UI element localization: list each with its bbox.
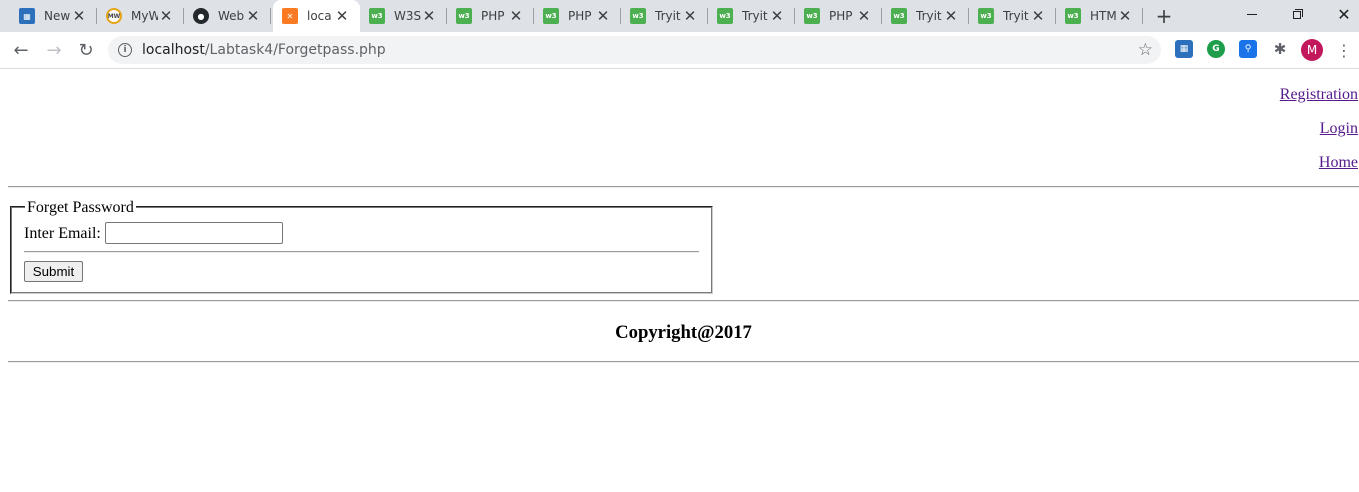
copyright-text: Copyright@2017: [615, 322, 752, 343]
w3schools-icon: w3: [369, 8, 385, 24]
divider: [8, 186, 1359, 188]
browser-toolbar: ← → ↻ i localhost/Labtask4/Forgetpass.ph…: [0, 32, 1359, 69]
tab-title: PHP: [481, 9, 505, 23]
arrow-right-icon: →: [46, 39, 62, 61]
forget-password-fieldset: Forget Password Inter Email: Submit: [10, 199, 713, 294]
w3schools-icon: w3: [1065, 8, 1081, 24]
close-icon[interactable]: ✕: [244, 7, 262, 25]
tab-6[interactable]: w3 PHP ✕: [534, 0, 621, 32]
close-icon[interactable]: ✕: [594, 7, 612, 25]
clapperboard-icon: ▦: [19, 8, 35, 24]
divider: [24, 251, 699, 253]
divider: [8, 361, 1359, 363]
tab-10[interactable]: w3 Tryit ✕: [882, 0, 969, 32]
close-icon[interactable]: ✕: [1116, 7, 1134, 25]
fieldset-legend: Forget Password: [25, 199, 136, 217]
tab-3-active[interactable]: ✕ loca ✕: [273, 0, 360, 32]
forward-button[interactable]: →: [42, 38, 66, 62]
close-icon[interactable]: ✕: [70, 7, 88, 25]
home-link[interactable]: Home: [1319, 153, 1358, 172]
reload-button[interactable]: ↻: [74, 38, 98, 62]
minimize-icon: [1247, 13, 1257, 15]
tab-0[interactable]: ▦ New ✕: [10, 0, 97, 32]
tab-11[interactable]: w3 Tryit ✕: [969, 0, 1056, 32]
tab-1[interactable]: MW MyW ✕: [97, 0, 184, 32]
new-tab-button[interactable]: +: [1153, 4, 1175, 28]
avatar[interactable]: M: [1301, 39, 1323, 61]
tab-strip: ▦ New ✕ MW MyW ✕ ● Web ✕ ✕ loca ✕ w3 W3S…: [0, 0, 1359, 32]
info-icon[interactable]: i: [118, 43, 132, 57]
close-icon[interactable]: ✕: [855, 7, 873, 25]
tab-title: Tryit: [1003, 9, 1029, 23]
tab-12[interactable]: w3 HTM ✕: [1056, 0, 1143, 32]
email-label: Inter Email:: [24, 225, 101, 242]
close-icon[interactable]: ✕: [333, 7, 351, 25]
tab-title: loca: [307, 9, 332, 23]
url-text[interactable]: localhost/Labtask4/Forgetpass.php: [142, 42, 386, 58]
address-bar[interactable]: i localhost/Labtask4/Forgetpass.php ☆: [108, 36, 1161, 64]
registration-link[interactable]: Registration: [1280, 85, 1358, 104]
w3schools-icon: w3: [891, 8, 907, 24]
tab-title: Tryit: [742, 9, 768, 23]
page-content: Registration Login Home Forget Password …: [0, 70, 1359, 492]
url-host: localhost: [142, 42, 205, 58]
arrow-left-icon: ←: [13, 39, 29, 61]
close-icon[interactable]: ✕: [942, 7, 960, 25]
tab-4[interactable]: w3 W3S ✕: [360, 0, 447, 32]
reload-icon: ↻: [78, 39, 94, 61]
w3schools-icon: w3: [978, 8, 994, 24]
more-menu-icon[interactable]: ⋮: [1335, 39, 1353, 61]
tab-9[interactable]: w3 PHP ✕: [795, 0, 882, 32]
puzzle-icon[interactable]: ✱: [1271, 40, 1289, 58]
email-field[interactable]: [105, 222, 283, 244]
close-icon[interactable]: ✕: [420, 7, 438, 25]
tab-separator: [270, 8, 271, 24]
w3schools-icon: w3: [630, 8, 646, 24]
w3schools-icon: w3: [804, 8, 820, 24]
tab-8[interactable]: w3 Tryit ✕: [708, 0, 795, 32]
tab-separator: [1142, 8, 1143, 24]
back-button[interactable]: ←: [9, 38, 33, 62]
w3schools-icon: w3: [717, 8, 733, 24]
star-icon[interactable]: ☆: [1138, 40, 1153, 60]
magnifier-extension-icon[interactable]: ⚲: [1239, 40, 1257, 58]
close-window-button[interactable]: ✕: [1321, 0, 1359, 28]
tab-title: MyW: [131, 9, 158, 23]
xampp-icon: ✕: [282, 8, 298, 24]
divider: [8, 300, 1359, 302]
tab-title: PHP: [568, 9, 592, 23]
tab-title: Tryit: [655, 9, 681, 23]
clapperboard-icon[interactable]: ▦: [1175, 40, 1193, 58]
close-icon[interactable]: ✕: [507, 7, 525, 25]
close-icon: ✕: [1337, 4, 1351, 24]
tab-title: HTM: [1090, 9, 1117, 23]
tab-title: Web: [218, 9, 245, 23]
w3schools-icon: w3: [543, 8, 559, 24]
grammarly-icon[interactable]: G: [1207, 40, 1225, 58]
tab-title: New: [44, 9, 71, 23]
tab-5[interactable]: w3 PHP ✕: [447, 0, 534, 32]
close-icon[interactable]: ✕: [768, 7, 786, 25]
tab-2[interactable]: ● Web ✕: [184, 0, 271, 32]
mw-icon: MW: [106, 8, 122, 24]
tab-7[interactable]: w3 Tryit ✕: [621, 0, 708, 32]
login-link[interactable]: Login: [1320, 119, 1358, 138]
close-icon[interactable]: ✕: [681, 7, 699, 25]
close-icon[interactable]: ✕: [1029, 7, 1047, 25]
w3schools-icon: w3: [456, 8, 472, 24]
url-path: /Labtask4/Forgetpass.php: [204, 42, 386, 58]
tab-title: PHP: [829, 9, 853, 23]
github-icon: ●: [193, 8, 209, 24]
tab-title: W3S: [394, 9, 421, 23]
minimize-button[interactable]: [1229, 0, 1275, 28]
restore-icon: [1293, 9, 1303, 19]
submit-button[interactable]: Submit: [24, 261, 83, 282]
restore-button[interactable]: [1275, 0, 1321, 28]
close-icon[interactable]: ✕: [157, 7, 175, 25]
tab-title: Tryit: [916, 9, 942, 23]
